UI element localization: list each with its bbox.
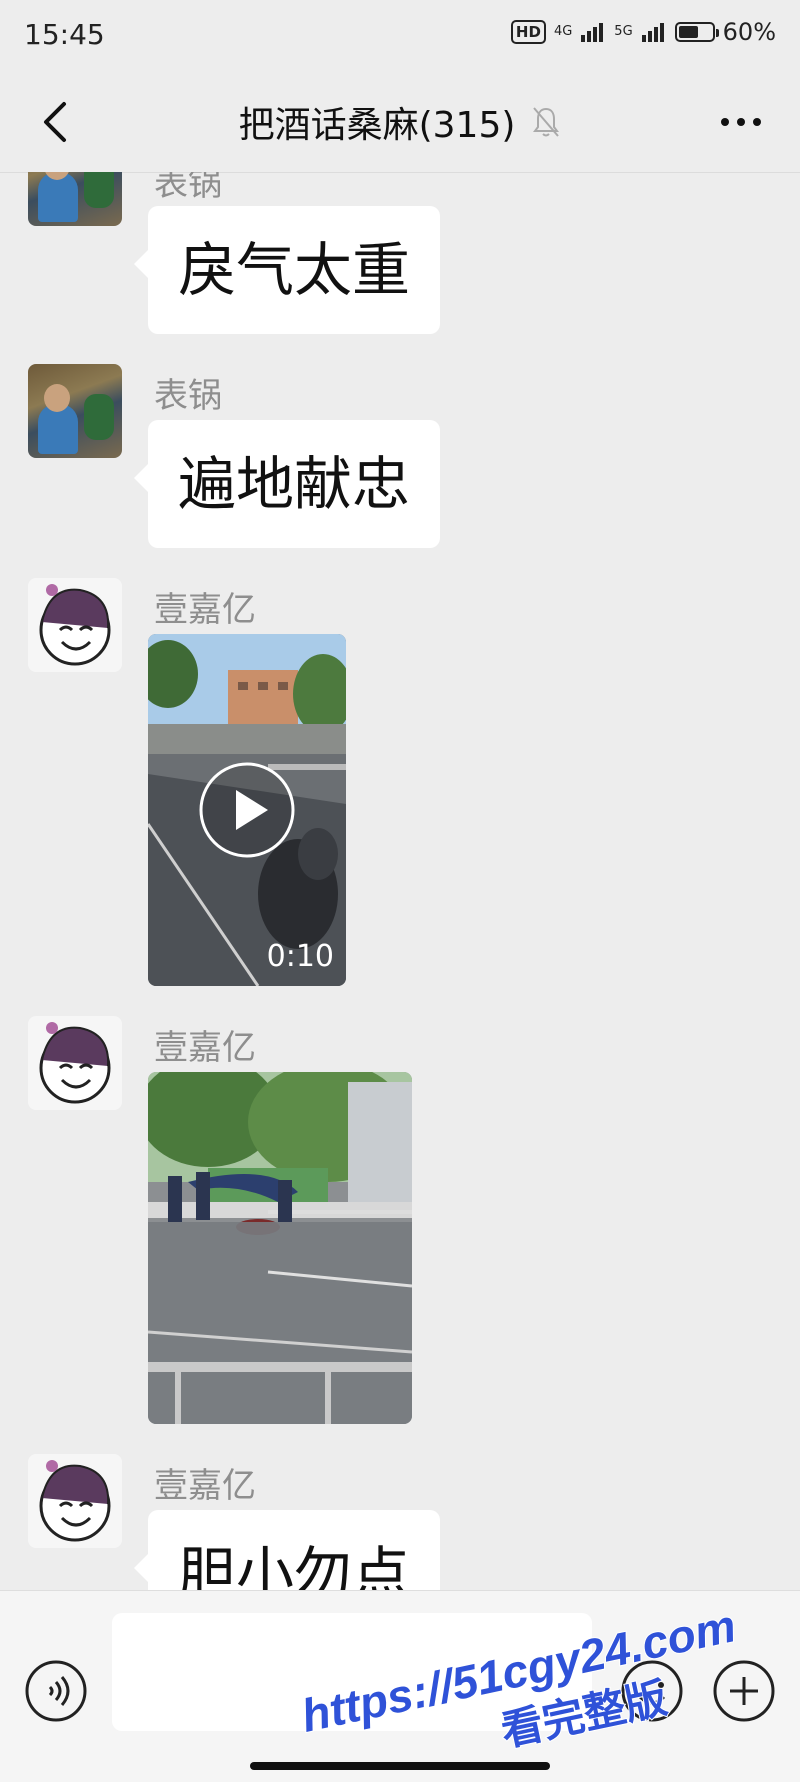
- avatar[interactable]: [28, 1454, 122, 1548]
- network-4g-label: 4G: [553, 24, 573, 39]
- sender-name: 表锅: [154, 172, 222, 204]
- signal-icon: [581, 23, 604, 42]
- avatar[interactable]: [28, 1016, 122, 1110]
- bell-off-icon: [533, 107, 560, 137]
- status-bar: 15:45 HD 4G 5G 60%: [0, 0, 800, 72]
- sender-name: 表锅: [154, 376, 222, 416]
- sender-name: 壹嘉亿: [154, 1466, 256, 1506]
- hd-badge: HD: [510, 20, 546, 44]
- chat-title[interactable]: 把酒话桑麻(315): [239, 96, 516, 148]
- status-time: 15:45: [24, 18, 105, 51]
- avatar[interactable]: [28, 364, 122, 458]
- chat-header: 把酒话桑麻(315): [0, 72, 800, 173]
- sender-name: 壹嘉亿: [154, 1028, 256, 1068]
- avatar[interactable]: [28, 578, 122, 672]
- message-input[interactable]: [112, 1613, 592, 1731]
- title-group: 把酒话桑麻(315): [0, 72, 800, 172]
- input-bar: [0, 1590, 800, 1782]
- signal-icon: [641, 23, 664, 42]
- message-bubble[interactable]: 戾气太重: [133, 206, 441, 334]
- status-icons: HD 4G 5G 60%: [510, 18, 776, 46]
- emoji-icon[interactable]: [620, 1659, 684, 1723]
- battery-percent: 60%: [722, 18, 776, 46]
- image-message[interactable]: [148, 1072, 412, 1424]
- home-indicator[interactable]: [250, 1762, 550, 1770]
- network-5g-label: 5G: [614, 24, 633, 39]
- battery-icon: [674, 22, 719, 42]
- video-duration: 0:10: [266, 939, 334, 974]
- voice-icon[interactable]: [24, 1659, 88, 1723]
- plus-icon[interactable]: [712, 1659, 776, 1723]
- sender-name: 壹嘉亿: [154, 590, 256, 630]
- more-dots-icon[interactable]: [716, 102, 766, 142]
- battery-fill: [678, 26, 698, 38]
- message-bubble[interactable]: 胆小勿点: [133, 1510, 441, 1590]
- avatar[interactable]: [28, 172, 122, 226]
- message-bubble[interactable]: 遍地献忠: [133, 420, 441, 548]
- message-list[interactable]: 表锅 戾气太重 表锅 遍地献忠 壹嘉亿 0:10 壹嘉亿 壹嘉亿 胆小勿点: [0, 172, 800, 1590]
- video-message[interactable]: 0:10: [148, 634, 346, 986]
